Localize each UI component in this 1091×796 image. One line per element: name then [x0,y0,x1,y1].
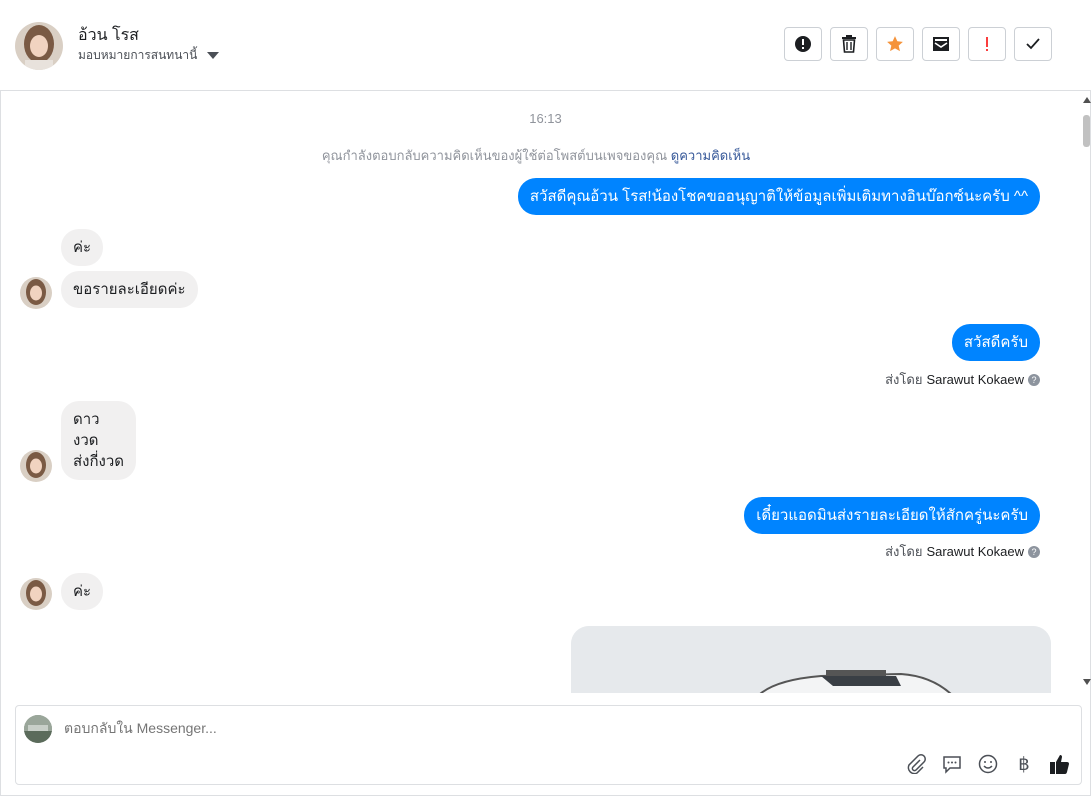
contact-avatar[interactable] [15,22,63,70]
view-comment-link[interactable]: ดูความคิดเห็น [671,148,750,163]
payment-button[interactable]: ฿ [1013,753,1035,775]
reply-composer: ฿ [15,705,1082,785]
scroll-down-arrow-icon[interactable] [1083,679,1091,685]
notice-text: คุณกำลังตอบกลับความคิดเห็นของผู้ใช้ต่อโพ… [321,148,668,163]
message-line: งวด [73,432,99,449]
mark-unread-button[interactable] [922,27,960,61]
composer-tools: ฿ [905,753,1071,775]
header-actions [784,27,1052,61]
like-button[interactable] [1049,753,1071,775]
message-bubble-incoming[interactable]: ขอรายละเอียดค่ะ [61,271,198,308]
saved-replies-button[interactable] [941,753,963,775]
attach-file-button[interactable] [905,753,927,775]
mark-done-button[interactable] [1014,27,1052,61]
message-bubble-incoming[interactable]: ดาว งวด ส่งกี่งวด [61,401,137,480]
sent-by-prefix: ส่งโดย [885,544,923,559]
sent-by-label: ส่งโดย Sarawut Kokaew ? [885,541,1040,562]
alert-icon [795,36,811,52]
message-bubble-outgoing[interactable]: สวัสดีครับ [951,324,1040,361]
scroll-up-arrow-icon[interactable] [1083,97,1091,103]
image-attachment[interactable] [571,626,1051,693]
reply-input[interactable] [64,720,964,736]
sender-name: Sarawut Kokaew [926,544,1024,559]
sent-by-prefix: ส่งโดย [885,372,923,387]
star-icon [887,36,903,52]
check-icon [1026,38,1040,50]
conversation-header: อ้วน โรส มอบหมายการสนทนานี้ [0,0,1091,91]
message-bubble-outgoing[interactable]: เดี๋ยวแอดมินส่งรายละเอียดให้สักครู่นะครั… [744,497,1040,534]
message-line: ส่งกี่งวด [73,453,125,470]
mark-unread-icon [933,37,949,51]
report-spam-button[interactable] [784,27,822,61]
message-bubble-incoming[interactable]: ค่ะ [61,573,104,610]
message-bubble-incoming[interactable]: ค่ะ [61,229,104,266]
comment-reply-notice: คุณกำลังตอบกลับความคิดเห็นของผู้ใช้ต่อโพ… [0,145,1072,166]
chat-bubble-icon [943,756,961,774]
assign-label: มอบหมายการสนทนานี้ [78,48,198,62]
thumbs-up-icon [1050,755,1069,774]
help-icon[interactable]: ? [1028,545,1040,558]
message-thread[interactable]: 16:13 คุณกำลังตอบกลับความคิดเห็นของผู้ใช… [0,91,1080,693]
contact-avatar-small [20,578,52,610]
emoji-icon [978,754,998,774]
trash-icon [842,35,856,53]
paperclip-icon [907,754,926,774]
scroll-thumb[interactable] [1083,115,1090,147]
chevron-down-icon [207,52,220,59]
message-line: ดาว [73,411,100,428]
sender-name: Sarawut Kokaew [926,372,1024,387]
emoji-button[interactable] [977,753,999,775]
timestamp: 16:13 [529,111,562,126]
flag-important-button[interactable] [968,27,1006,61]
baht-icon: ฿ [1018,753,1030,774]
message-bubble-outgoing[interactable]: สวัสดีคุณอ้วน โรส!น้องโชคขออนุญาติให้ข้อ… [517,178,1040,215]
contact-name[interactable]: อ้วน โรส [78,23,139,48]
contact-avatar-small [20,277,52,309]
contact-avatar-small [20,450,52,482]
assign-conversation-dropdown[interactable]: มอบหมายการสนทนานี้ [78,46,220,65]
page-avatar [24,715,52,743]
sent-by-label: ส่งโดย Sarawut Kokaew ? [885,369,1040,390]
help-icon[interactable]: ? [1028,373,1040,386]
exclamation-icon [986,37,988,51]
delete-button[interactable] [830,27,868,61]
star-button[interactable] [876,27,914,61]
thread-scrollbar[interactable] [1080,91,1091,693]
